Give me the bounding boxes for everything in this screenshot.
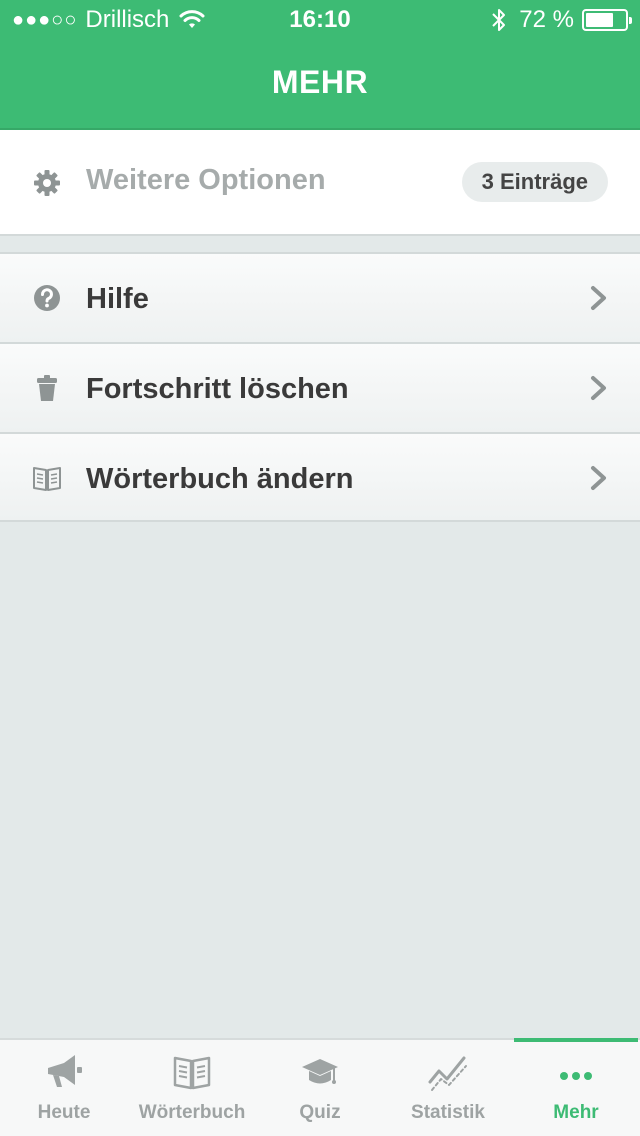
- gear-icon: [34, 170, 60, 196]
- status-bar: ●●●○○ Drillisch 16:10 72 %: [0, 0, 640, 40]
- tab-mehr[interactable]: Mehr: [512, 1038, 640, 1136]
- tab-heute[interactable]: Heute: [0, 1040, 128, 1136]
- tab-bar: Heute Wörterbuch Quiz Statistik Mehr: [0, 1038, 640, 1136]
- tab-quiz[interactable]: Quiz: [256, 1040, 384, 1136]
- app-header: ●●●○○ Drillisch 16:10 72 % MEHR: [0, 0, 640, 130]
- tab-label: Heute: [37, 1102, 91, 1123]
- battery-icon: [582, 9, 632, 31]
- megaphone-icon: [48, 1055, 82, 1087]
- battery-percent: 72 %: [519, 6, 574, 33]
- page-title: MEHR: [271, 64, 369, 100]
- active-tab-indicator: [514, 1038, 638, 1042]
- more-options-row[interactable]: Weitere Optionen 3 Einträge: [0, 130, 640, 236]
- tab-woerterbuch[interactable]: Wörterbuch: [128, 1040, 256, 1136]
- book-icon: [173, 1056, 211, 1090]
- trash-icon: [37, 375, 57, 401]
- bluetooth-icon: [492, 9, 506, 31]
- chevron-right-icon: [591, 376, 606, 400]
- chart-line-icon: [428, 1056, 467, 1091]
- tab-statistik[interactable]: Statistik: [384, 1040, 512, 1136]
- menu-item-label: Hilfe: [86, 283, 149, 315]
- tab-label: Statistik: [411, 1102, 485, 1123]
- help-icon: [34, 285, 60, 311]
- more-dots-icon: [560, 1072, 592, 1080]
- menu-item-label: Fortschritt löschen: [86, 373, 349, 405]
- menu-item-change-dictionary[interactable]: Wörterbuch ändern: [0, 432, 640, 522]
- menu-item-label: Wörterbuch ändern: [86, 463, 354, 495]
- graduation-cap-icon: [302, 1059, 338, 1084]
- menu-item-reset-progress[interactable]: Fortschritt löschen: [0, 342, 640, 432]
- battery-fill: [586, 13, 614, 27]
- tab-label: Wörterbuch: [138, 1102, 246, 1123]
- more-options-label: Weitere Optionen: [86, 164, 326, 196]
- chevron-right-icon: [591, 466, 606, 490]
- book-icon: [33, 467, 61, 491]
- chevron-right-icon: [591, 286, 606, 310]
- entries-count-badge: 3 Einträge: [461, 162, 608, 202]
- tab-label: Quiz: [299, 1102, 341, 1123]
- menu-item-help[interactable]: Hilfe: [0, 252, 640, 342]
- tab-label: Mehr: [553, 1102, 599, 1123]
- settings-menu: Hilfe Fortschritt löschen Wörterbuch änd…: [0, 252, 640, 522]
